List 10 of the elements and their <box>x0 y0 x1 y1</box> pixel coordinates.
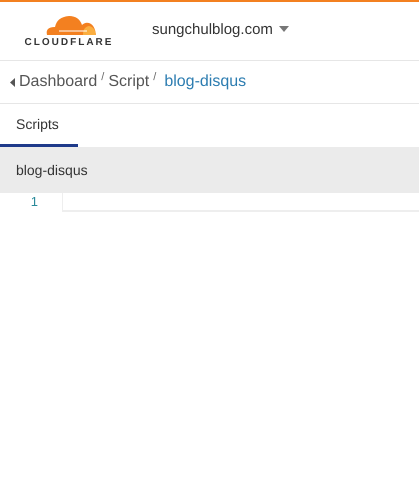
file-name-bar: blog-disqus <box>0 147 419 193</box>
breadcrumb-separator: / <box>153 71 156 83</box>
logo-text: CLOUDFLARE <box>24 37 114 48</box>
back-caret-icon[interactable] <box>10 78 15 86</box>
breadcrumb-link[interactable]: Dashboard <box>19 73 98 91</box>
breadcrumb-link[interactable]: blog-disqus <box>164 73 246 91</box>
caret-icon <box>278 26 289 32</box>
domain-dropdown[interactable]: sungchulblog.com <box>152 20 289 38</box>
breadcrumb-separator: / <box>101 71 104 83</box>
breadcrumb-link[interactable]: Script <box>108 73 150 91</box>
